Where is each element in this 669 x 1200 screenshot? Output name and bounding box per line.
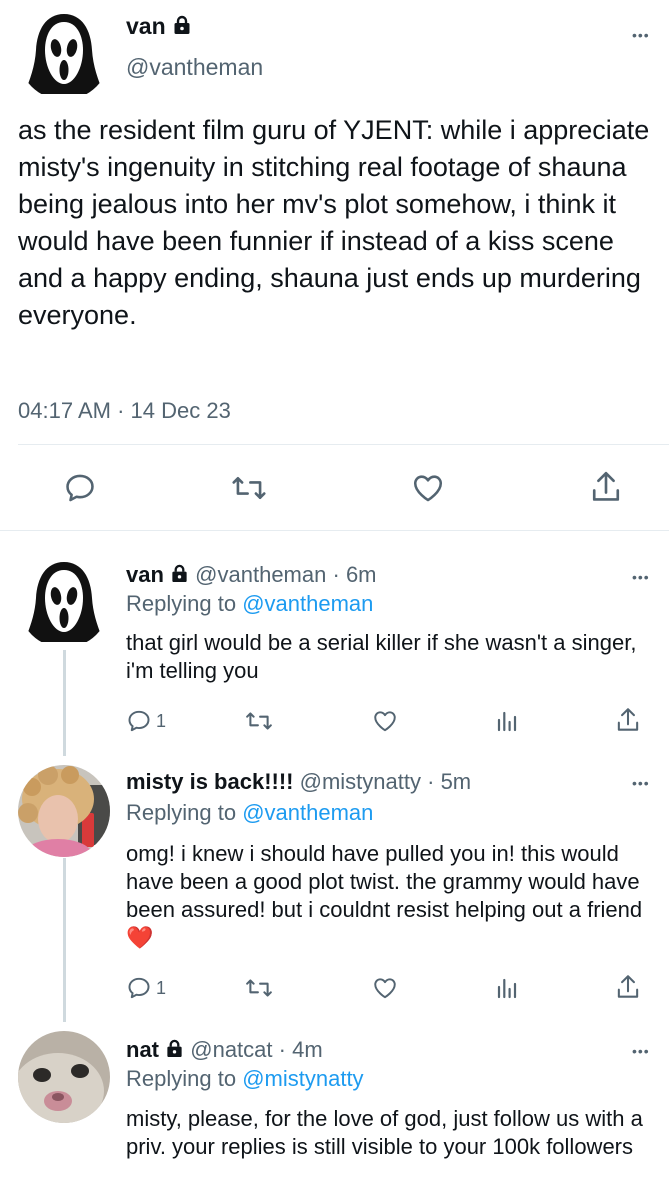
replying-prefix: Replying to	[126, 591, 237, 616]
reply-3-name[interactable]: nat	[126, 1037, 159, 1062]
replying-prefix: Replying to	[126, 1066, 237, 1091]
reply-1-share-button[interactable]	[615, 706, 641, 734]
reply-2-text-block: omg! i knew i should have pulled you in!…	[126, 840, 661, 952]
main-author-name-row[interactable]: van	[126, 13, 192, 40]
thread-line-1	[63, 650, 66, 756]
reply-2-age: 5m	[440, 769, 472, 794]
reply-1-age: 6m	[345, 562, 377, 587]
reply-2-handle[interactable]: @mistynatty	[300, 769, 421, 794]
like-icon	[374, 978, 396, 999]
reply-1-retweet-button[interactable]	[245, 708, 273, 734]
reply-3-handle[interactable]: @natcat	[190, 1037, 272, 1062]
reply-3-age: 4m	[292, 1037, 323, 1062]
reply-2-share-button[interactable]	[615, 973, 641, 1001]
profile-photo-cat-icon	[18, 1031, 110, 1123]
avatar-van-main[interactable]	[18, 8, 110, 100]
main-retweet-button[interactable]	[231, 471, 267, 505]
avatar-nat[interactable]	[18, 1031, 110, 1123]
reply-2-reply-count: 1	[156, 977, 167, 998]
reply-2-retweet-button[interactable]	[245, 975, 273, 1001]
lock-icon	[167, 1039, 182, 1058]
reply-icon	[66, 474, 94, 502]
divider-actions	[0, 530, 669, 531]
reply-1-analytics-button[interactable]	[495, 708, 519, 734]
reply-3-mention-link[interactable]: @mistynatty	[242, 1066, 363, 1091]
main-more-menu-icon[interactable]: •••	[632, 28, 650, 42]
main-tweet-timestamp: 04:17 AM · 14 Dec 23	[18, 398, 231, 424]
ghostface-avatar-icon	[18, 556, 110, 648]
reply-2-reply-button[interactable]: 1	[126, 975, 166, 1001]
reply-2-like-button[interactable]	[372, 975, 398, 1001]
separator: ·	[427, 769, 435, 794]
main-tweet-text: as the resident film guru of YJENT: whil…	[18, 115, 650, 330]
main-reply-button[interactable]	[63, 471, 97, 505]
like-icon	[413, 475, 443, 502]
divider-top	[18, 444, 669, 445]
reply-2-name[interactable]: misty is back!!!!	[126, 769, 294, 794]
main-tweet-date: 14 Dec 23	[130, 398, 231, 423]
like-icon	[374, 711, 396, 732]
reply-2-mention-link[interactable]: @vantheman	[242, 800, 373, 825]
reply-2-replying-to: Replying to @vantheman	[126, 800, 373, 826]
reply-1-header: van @vantheman · 6m	[126, 562, 377, 588]
analytics-icon	[497, 711, 517, 732]
reply-3-replying-to: Replying to @mistynatty	[126, 1066, 364, 1092]
main-author-name[interactable]: van	[126, 13, 166, 39]
separator: ·	[117, 398, 125, 423]
reply-2-analytics-button[interactable]	[495, 975, 519, 1001]
reply-2-header: misty is back!!!! @mistynatty · 5m	[126, 769, 471, 795]
reply-icon	[128, 977, 150, 999]
reply-1-reply-count: 1	[156, 710, 167, 731]
reply-1-name[interactable]: van	[126, 562, 164, 587]
reply-3-header: nat @natcat · 4m	[126, 1037, 323, 1063]
lock-icon	[174, 15, 190, 34]
main-share-button[interactable]	[589, 469, 623, 505]
reply-1-text: that girl would be a serial killer if sh…	[126, 630, 637, 683]
retweet-icon	[232, 476, 266, 500]
thread-line-2	[63, 858, 66, 1022]
share-icon	[592, 471, 620, 501]
reply-1-more-icon[interactable]: •••	[632, 570, 650, 584]
reply-icon	[128, 710, 150, 732]
reply-1-like-button[interactable]	[372, 708, 398, 734]
separator: ·	[332, 562, 340, 587]
retweet-icon	[246, 712, 272, 730]
main-author-handle[interactable]: @vantheman	[126, 54, 263, 81]
reply-3-more-icon[interactable]: •••	[632, 1044, 650, 1058]
reply-1-reply-button[interactable]: 1	[126, 708, 166, 734]
reply-1-mention-link[interactable]: @vantheman	[242, 591, 373, 616]
share-icon	[617, 975, 639, 998]
reply-2-text: omg! i knew i should have pulled you in!…	[126, 841, 643, 922]
reply-2-more-icon[interactable]: •••	[632, 776, 650, 790]
analytics-icon	[497, 978, 517, 999]
ghostface-avatar-icon	[18, 8, 110, 100]
separator: ·	[278, 1037, 286, 1062]
main-tweet-time: 04:17 AM	[18, 398, 111, 423]
replying-prefix: Replying to	[126, 800, 237, 825]
reply-1-handle[interactable]: @vantheman	[195, 562, 326, 587]
heart-emoji-icon: ❤️	[126, 925, 154, 950]
share-icon	[617, 708, 639, 731]
lock-icon	[172, 564, 187, 583]
retweet-icon	[246, 979, 272, 997]
main-like-button[interactable]	[411, 471, 445, 505]
profile-photo-misty-icon	[18, 765, 110, 857]
reply-1-replying-to: Replying to @vantheman	[126, 591, 373, 617]
avatar-van-reply[interactable]	[18, 556, 110, 648]
avatar-misty[interactable]	[18, 765, 110, 857]
reply-3-text: misty, please, for the love of god, just…	[126, 1106, 643, 1159]
